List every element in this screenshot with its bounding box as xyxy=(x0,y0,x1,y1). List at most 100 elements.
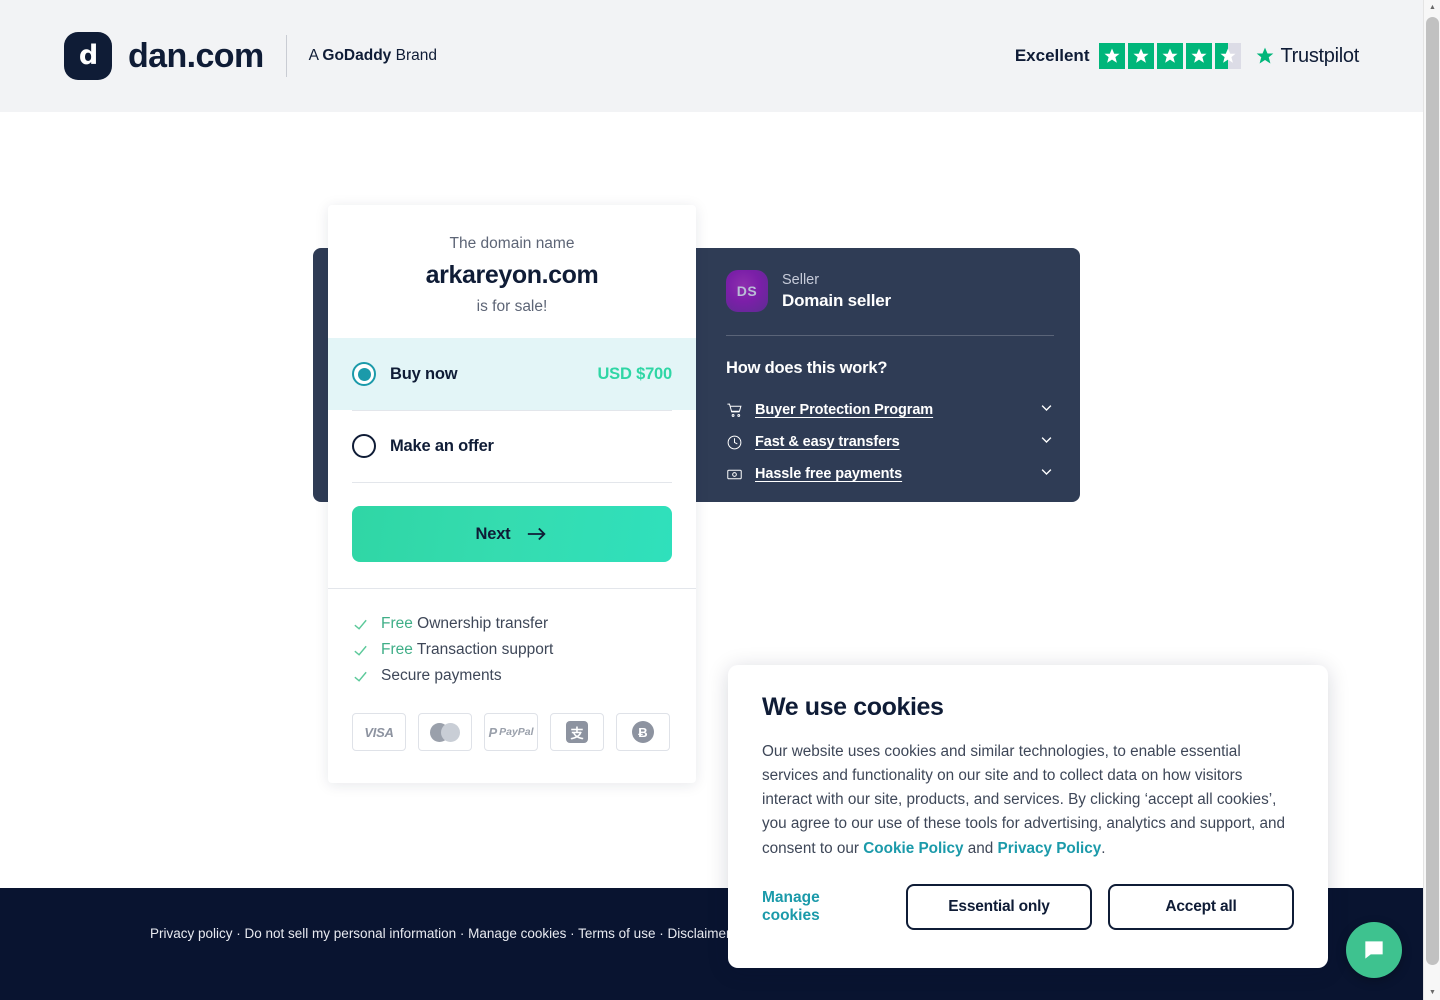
brand-name: dan.com xyxy=(128,36,264,75)
option-buy-now[interactable]: Buy now USD $700 xyxy=(328,338,696,410)
payment-bitcoin-icon: Ƀ xyxy=(616,713,670,751)
chevron-down-icon[interactable] xyxy=(1039,432,1054,452)
payment-visa-icon: VISA xyxy=(352,713,406,751)
option-label: Make an offer xyxy=(390,436,494,455)
benefit-label: Free Transaction support xyxy=(381,641,553,659)
domain-name: arkareyon.com xyxy=(425,261,599,289)
star-icon xyxy=(1128,43,1155,69)
how-does-this-work-title: How does this work? xyxy=(726,359,888,377)
essential-only-button[interactable]: Essential only xyxy=(906,883,1092,930)
domain-kicker: The domain name xyxy=(449,235,575,252)
cookie-banner-body: Our website uses cookies and similar tec… xyxy=(762,740,1294,861)
trustpilot-rating-word: Excellent xyxy=(1014,46,1090,65)
accordion-label: Fast & easy transfers xyxy=(755,434,900,450)
clock-icon xyxy=(726,434,743,451)
option-price: USD $700 xyxy=(597,364,672,383)
star-half-icon xyxy=(1215,43,1242,69)
scroll-up-arrow-icon[interactable]: ▲ xyxy=(1424,0,1440,15)
trustpilot-stars xyxy=(1099,43,1242,69)
chat-bubble-icon xyxy=(1365,941,1383,959)
payment-alipay-icon: 支 xyxy=(550,713,604,751)
cookie-banner-title: We use cookies xyxy=(762,693,944,721)
brand-logo[interactable]: d dan.com A GoDaddy Brand xyxy=(64,32,437,80)
benefit-item: Secure payments xyxy=(352,663,672,689)
next-button-wrap: Next xyxy=(328,483,696,588)
payment-methods: VISA P PayPal 支 Ƀ xyxy=(328,689,696,751)
mastercard-icon xyxy=(430,722,460,742)
privacy-policy-link[interactable]: Privacy Policy xyxy=(998,840,1102,857)
manage-cookies-link[interactable]: Manage cookies xyxy=(762,889,878,925)
page-viewport: d dan.com A GoDaddy Brand Excellent Trus… xyxy=(0,0,1440,1000)
scrollbar-thumb[interactable] xyxy=(1426,17,1439,965)
trustpilot-brand-label: Trustpilot xyxy=(1280,44,1359,67)
benefit-text: Ownership transfer xyxy=(412,615,549,632)
cookie-body-end: . xyxy=(1101,839,1106,857)
arrow-right-icon xyxy=(528,527,547,541)
accordion-item-fast-transfers[interactable]: Fast & easy transfers xyxy=(726,426,1054,458)
accordion-item-hassle-free-payments[interactable]: Hassle free payments xyxy=(726,458,1054,490)
brand-sub-suffix: Brand xyxy=(391,47,437,64)
next-button[interactable]: Next xyxy=(352,506,672,562)
dan-logo-glyph: d xyxy=(78,39,98,71)
browser-scrollbar[interactable]: ▲ ▼ xyxy=(1423,0,1440,1000)
benefit-label: Secure payments xyxy=(381,667,502,685)
domain-heading: The domain name arkareyon.com is for sal… xyxy=(328,205,696,338)
accordion-label: Buyer Protection Program xyxy=(755,402,934,418)
seller-identity: Seller Domain seller xyxy=(782,271,891,311)
scroll-down-arrow-icon[interactable]: ▼ xyxy=(1424,985,1440,1000)
option-label: Buy now xyxy=(390,364,458,383)
benefit-free-tag: Free xyxy=(381,615,413,632)
dan-logo-icon: d xyxy=(64,32,112,80)
radio-make-an-offer[interactable] xyxy=(352,434,376,458)
star-icon xyxy=(1157,43,1184,69)
payment-mastercard-icon xyxy=(418,713,472,751)
paypal-label: PayPal xyxy=(499,726,534,738)
benefit-text: Secure payments xyxy=(381,667,502,684)
seller-divider xyxy=(726,335,1054,336)
cookie-consent-banner: We use cookies Our website uses cookies … xyxy=(728,665,1328,968)
godaddy-brand-label: A GoDaddy Brand xyxy=(309,47,437,65)
brand-sub-prefix: A xyxy=(308,47,323,64)
purchase-card: The domain name arkareyon.com is for sal… xyxy=(328,205,696,783)
trustpilot-rating[interactable]: Excellent Trustpilot xyxy=(1015,43,1359,69)
cart-icon xyxy=(726,402,743,419)
accordion-label: Hassle free payments xyxy=(755,466,903,482)
paypal-p: P xyxy=(488,724,498,740)
brand-sub-strong: GoDaddy xyxy=(322,47,392,64)
payment-paypal-icon: P PayPal xyxy=(484,713,538,751)
brand-divider xyxy=(285,35,287,77)
check-icon xyxy=(352,668,369,685)
domain-for-sale-text: is for sale! xyxy=(476,298,548,315)
check-icon xyxy=(352,616,369,633)
benefit-text: Transaction support xyxy=(412,641,554,658)
accordion-item-buyer-protection[interactable]: Buyer Protection Program xyxy=(726,394,1054,426)
trustpilot-brand: Trustpilot xyxy=(1255,45,1359,68)
cookie-banner-actions: Manage cookies Essential only Accept all xyxy=(762,883,1294,930)
star-icon xyxy=(1186,43,1213,69)
paypal-icon: P PayPal xyxy=(488,725,533,740)
seller-role-label: Seller xyxy=(782,272,820,289)
site-header: d dan.com A GoDaddy Brand Excellent Trus… xyxy=(0,0,1423,112)
cookie-body-mid: and xyxy=(963,839,998,857)
chat-widget-button[interactable] xyxy=(1346,922,1402,978)
benefit-item: Free Transaction support xyxy=(352,637,672,663)
accept-all-button[interactable]: Accept all xyxy=(1108,883,1294,930)
seller-panel-content: DS Seller Domain seller How does this wo… xyxy=(712,248,1080,502)
next-button-label: Next xyxy=(475,524,511,543)
cookie-policy-link[interactable]: Cookie Policy xyxy=(863,840,963,857)
seller-header: DS Seller Domain seller xyxy=(726,270,1054,312)
trustpilot-star-icon xyxy=(1257,47,1274,64)
option-make-an-offer[interactable]: Make an offer xyxy=(328,410,696,482)
visa-label: VISA xyxy=(364,724,394,740)
chevron-down-icon[interactable] xyxy=(1039,400,1054,420)
avatar: DS xyxy=(726,270,768,312)
radio-buy-now[interactable] xyxy=(352,362,376,386)
check-icon xyxy=(352,642,369,659)
benefit-label: Free Ownership transfer xyxy=(381,615,548,633)
alipay-icon: 支 xyxy=(566,721,588,743)
chevron-down-icon[interactable] xyxy=(1039,464,1054,484)
benefits-list: Free Ownership transfer Free Transaction… xyxy=(328,588,696,689)
how-does-this-work-list: Buyer Protection Program Fast & easy tra… xyxy=(726,394,1054,490)
star-icon xyxy=(1099,43,1126,69)
benefit-free-tag: Free xyxy=(381,641,413,658)
